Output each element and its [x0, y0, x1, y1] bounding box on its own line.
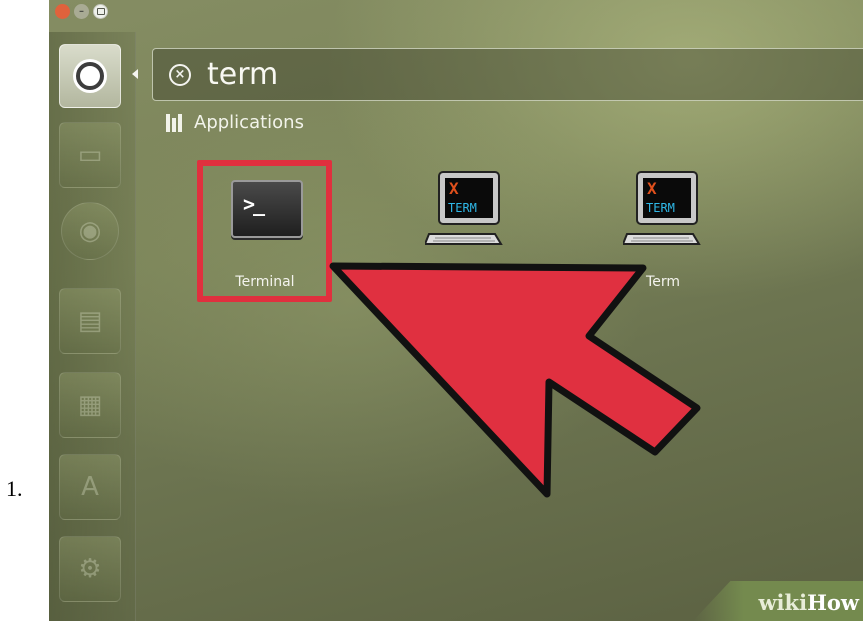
ubuntu-dash-screen: – ▭ ◉ ▤ ▦ A ⚙ × Applications >_ Terminal	[49, 0, 863, 621]
wikihow-watermark: wikiHow	[758, 590, 859, 615]
step-number: 1.	[6, 476, 23, 501]
watermark-how: How	[807, 590, 859, 615]
watermark-wiki: wiki	[758, 590, 808, 615]
red-pointer-arrow-icon	[329, 262, 701, 498]
